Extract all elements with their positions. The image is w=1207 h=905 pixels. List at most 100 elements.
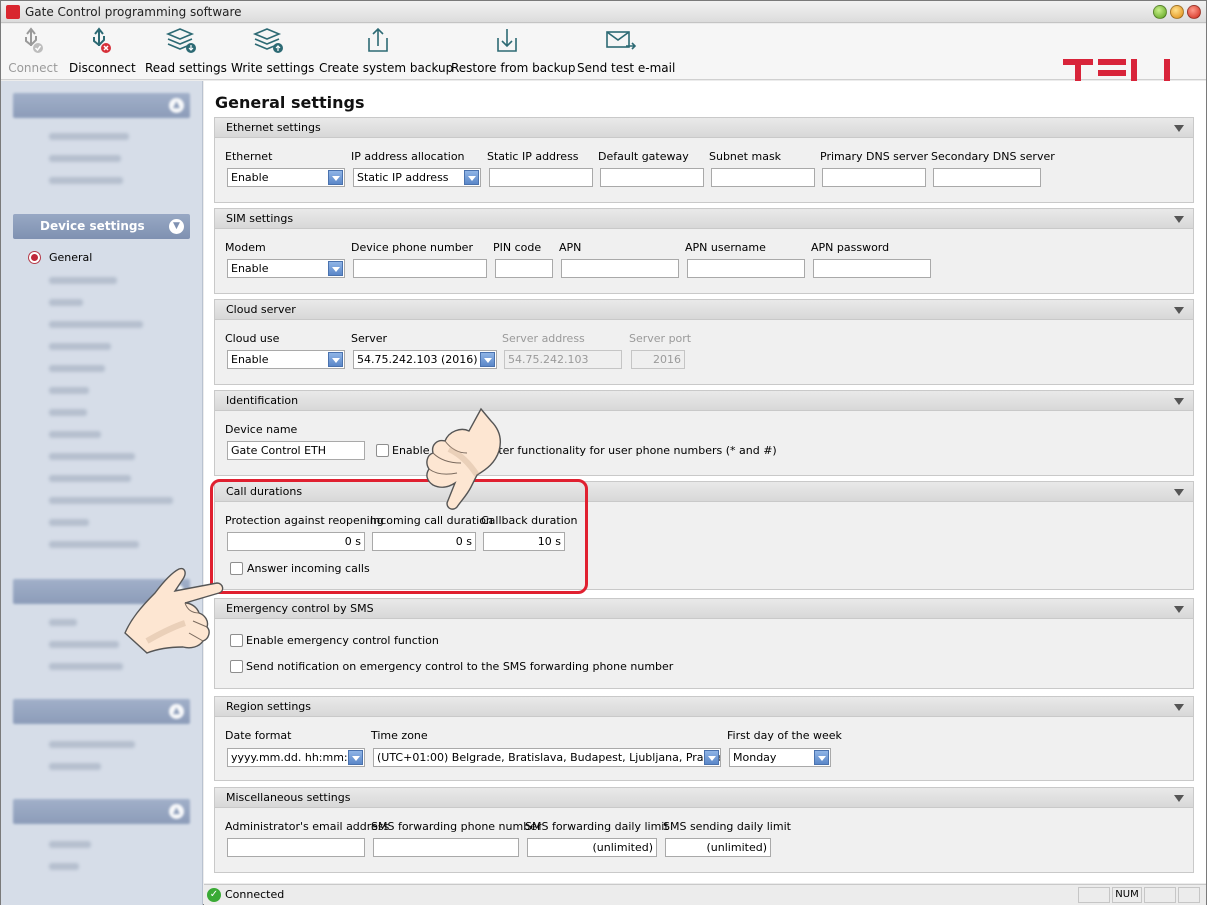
connected-check-icon: ✓ <box>207 888 221 902</box>
sidebar-item-blurred[interactable] <box>49 475 131 482</box>
maximize-button[interactable] <box>1170 5 1184 19</box>
toolbar: Connect Disconnect Read settings Write s… <box>1 24 1206 87</box>
apn-password-input[interactable] <box>813 259 931 278</box>
time-zone-select[interactable]: (UTC+01:00) Belgrade, Bratislava, Budape… <box>373 748 721 767</box>
section-header[interactable]: Identification <box>215 391 1193 411</box>
pin-code-input[interactable] <box>495 259 553 278</box>
apn-username-label: APN username <box>685 241 766 254</box>
default-gateway-input[interactable] <box>600 168 704 187</box>
sidebar-group-device-settings[interactable]: Device settings ▼ <box>13 214 190 239</box>
date-format-select[interactable]: yyyy.mm.dd. hh:mm:ss <box>227 748 365 767</box>
secondary-dns-label: Secondary DNS server <box>931 150 1055 163</box>
write-settings-button[interactable]: Write settings <box>231 24 314 80</box>
date-format-label: Date format <box>225 729 292 742</box>
create-backup-button[interactable]: Create system backup <box>319 24 453 80</box>
collapse-icon[interactable] <box>1174 489 1184 496</box>
sidebar-item-blurred[interactable] <box>49 663 123 670</box>
sms-forwarding-number-input[interactable] <box>373 838 519 857</box>
modem-label: Modem <box>225 241 266 254</box>
minimize-button[interactable] <box>1153 5 1167 19</box>
download-icon <box>451 24 563 54</box>
sidebar-item-blurred[interactable] <box>49 519 89 526</box>
database-write-icon <box>231 24 305 54</box>
enable-emergency-label: Enable emergency control function <box>246 634 439 647</box>
sidebar-group-blurred-1[interactable]: Information▲ <box>13 93 190 118</box>
modem-select[interactable]: Enable <box>227 259 345 278</box>
admin-email-label: Administrator's email address <box>225 820 390 833</box>
sidebar-item-blurred[interactable] <box>49 619 77 626</box>
connect-button[interactable]: Connect <box>7 24 59 80</box>
sidebar-item-blurred[interactable] <box>49 763 101 770</box>
static-ip-input[interactable] <box>489 168 593 187</box>
sidebar-item-blurred[interactable] <box>49 365 105 372</box>
sidebar-item-blurred[interactable] <box>49 387 89 394</box>
sidebar-item-blurred[interactable] <box>49 321 143 328</box>
collapse-icon[interactable] <box>1174 704 1184 711</box>
sidebar-item-blurred[interactable] <box>49 741 135 748</box>
sidebar-item-blurred[interactable] <box>49 641 119 648</box>
device-phone-input[interactable] <box>353 259 487 278</box>
sidebar-item-blurred[interactable] <box>49 133 129 140</box>
disconnect-button[interactable]: Disconnect <box>69 24 136 80</box>
collapse-icon[interactable] <box>1174 307 1184 314</box>
sidebar-item-blurred[interactable] <box>49 431 101 438</box>
enable-filter-checkbox[interactable] <box>376 444 389 457</box>
subnet-mask-input[interactable] <box>711 168 815 187</box>
send-test-email-button[interactable]: Send test e-mail <box>577 24 675 80</box>
sms-forwarding-number-label: SMS forwarding phone number <box>371 820 542 833</box>
section-header[interactable]: Ethernet settings <box>215 118 1193 138</box>
title-bar: Gate Control programming software <box>1 1 1206 23</box>
static-ip-label: Static IP address <box>487 150 579 163</box>
sidebar-item-blurred[interactable] <box>49 155 121 162</box>
close-button[interactable] <box>1187 5 1201 19</box>
device-name-input[interactable]: Gate Control ETH <box>227 441 365 460</box>
admin-email-input[interactable] <box>227 838 365 857</box>
sidebar-item-blurred[interactable] <box>49 863 79 870</box>
sms-sending-limit-label: SMS sending daily limit <box>663 820 791 833</box>
pointing-hand-icon <box>426 407 501 510</box>
collapse-icon[interactable] <box>1174 606 1184 613</box>
sidebar-item-blurred[interactable] <box>49 541 139 548</box>
apn-input[interactable] <box>561 259 679 278</box>
collapse-icon[interactable] <box>1174 795 1184 802</box>
usb-connect-icon <box>7 24 59 54</box>
status-bar: ✓ Connected NUM <box>204 884 1206 905</box>
cloud-use-select[interactable]: Enable <box>227 350 345 369</box>
sidebar-item-blurred[interactable] <box>49 299 83 306</box>
sidebar-group-blurred-4[interactable]: Software update▲ <box>13 799 190 824</box>
dropdown-arrow-icon <box>348 750 363 765</box>
ip-allocation-select[interactable]: Static IP address <box>353 168 481 187</box>
section-header[interactable]: Emergency control by SMS <box>215 599 1193 619</box>
section-header[interactable]: Cloud server <box>215 300 1193 320</box>
app-icon <box>6 5 20 19</box>
collapse-icon[interactable] <box>1174 216 1184 223</box>
section-header[interactable]: Miscellaneous settings <box>215 788 1193 808</box>
sidebar-item-blurred[interactable] <box>49 841 91 848</box>
ethernet-label: Ethernet <box>225 150 273 163</box>
restore-backup-button[interactable]: Restore from backup <box>451 24 575 80</box>
emergency-notification-checkbox[interactable] <box>230 660 243 673</box>
sidebar-item-general[interactable]: General <box>49 251 92 264</box>
device-phone-label: Device phone number <box>351 241 473 254</box>
sidebar-item-blurred[interactable] <box>49 409 87 416</box>
sidebar-item-blurred[interactable] <box>49 277 117 284</box>
sidebar-group-blurred-3[interactable]: Device status▲ <box>13 699 190 724</box>
first-day-week-select[interactable]: Monday <box>729 748 831 767</box>
ethernet-select[interactable]: Enable <box>227 168 345 187</box>
sidebar-item-blurred[interactable] <box>49 453 135 460</box>
section-header[interactable]: Region settings <box>215 697 1193 717</box>
sidebar-item-blurred[interactable] <box>49 177 123 184</box>
apn-username-input[interactable] <box>687 259 805 278</box>
sidebar-item-blurred[interactable] <box>49 343 111 350</box>
secondary-dns-input[interactable] <box>933 168 1041 187</box>
sidebar-item-blurred[interactable] <box>49 497 173 504</box>
collapse-icon[interactable] <box>1174 125 1184 132</box>
dropdown-arrow-icon <box>464 170 479 185</box>
sms-sending-limit-input[interactable]: (unlimited) <box>665 838 771 857</box>
collapse-icon[interactable] <box>1174 398 1184 405</box>
primary-dns-input[interactable] <box>822 168 926 187</box>
section-header[interactable]: SIM settings <box>215 209 1193 229</box>
sms-forwarding-limit-input[interactable]: (unlimited) <box>527 838 657 857</box>
read-settings-button[interactable]: Read settings <box>145 24 227 80</box>
server-select[interactable]: 54.75.242.103 (2016) <box>353 350 497 369</box>
